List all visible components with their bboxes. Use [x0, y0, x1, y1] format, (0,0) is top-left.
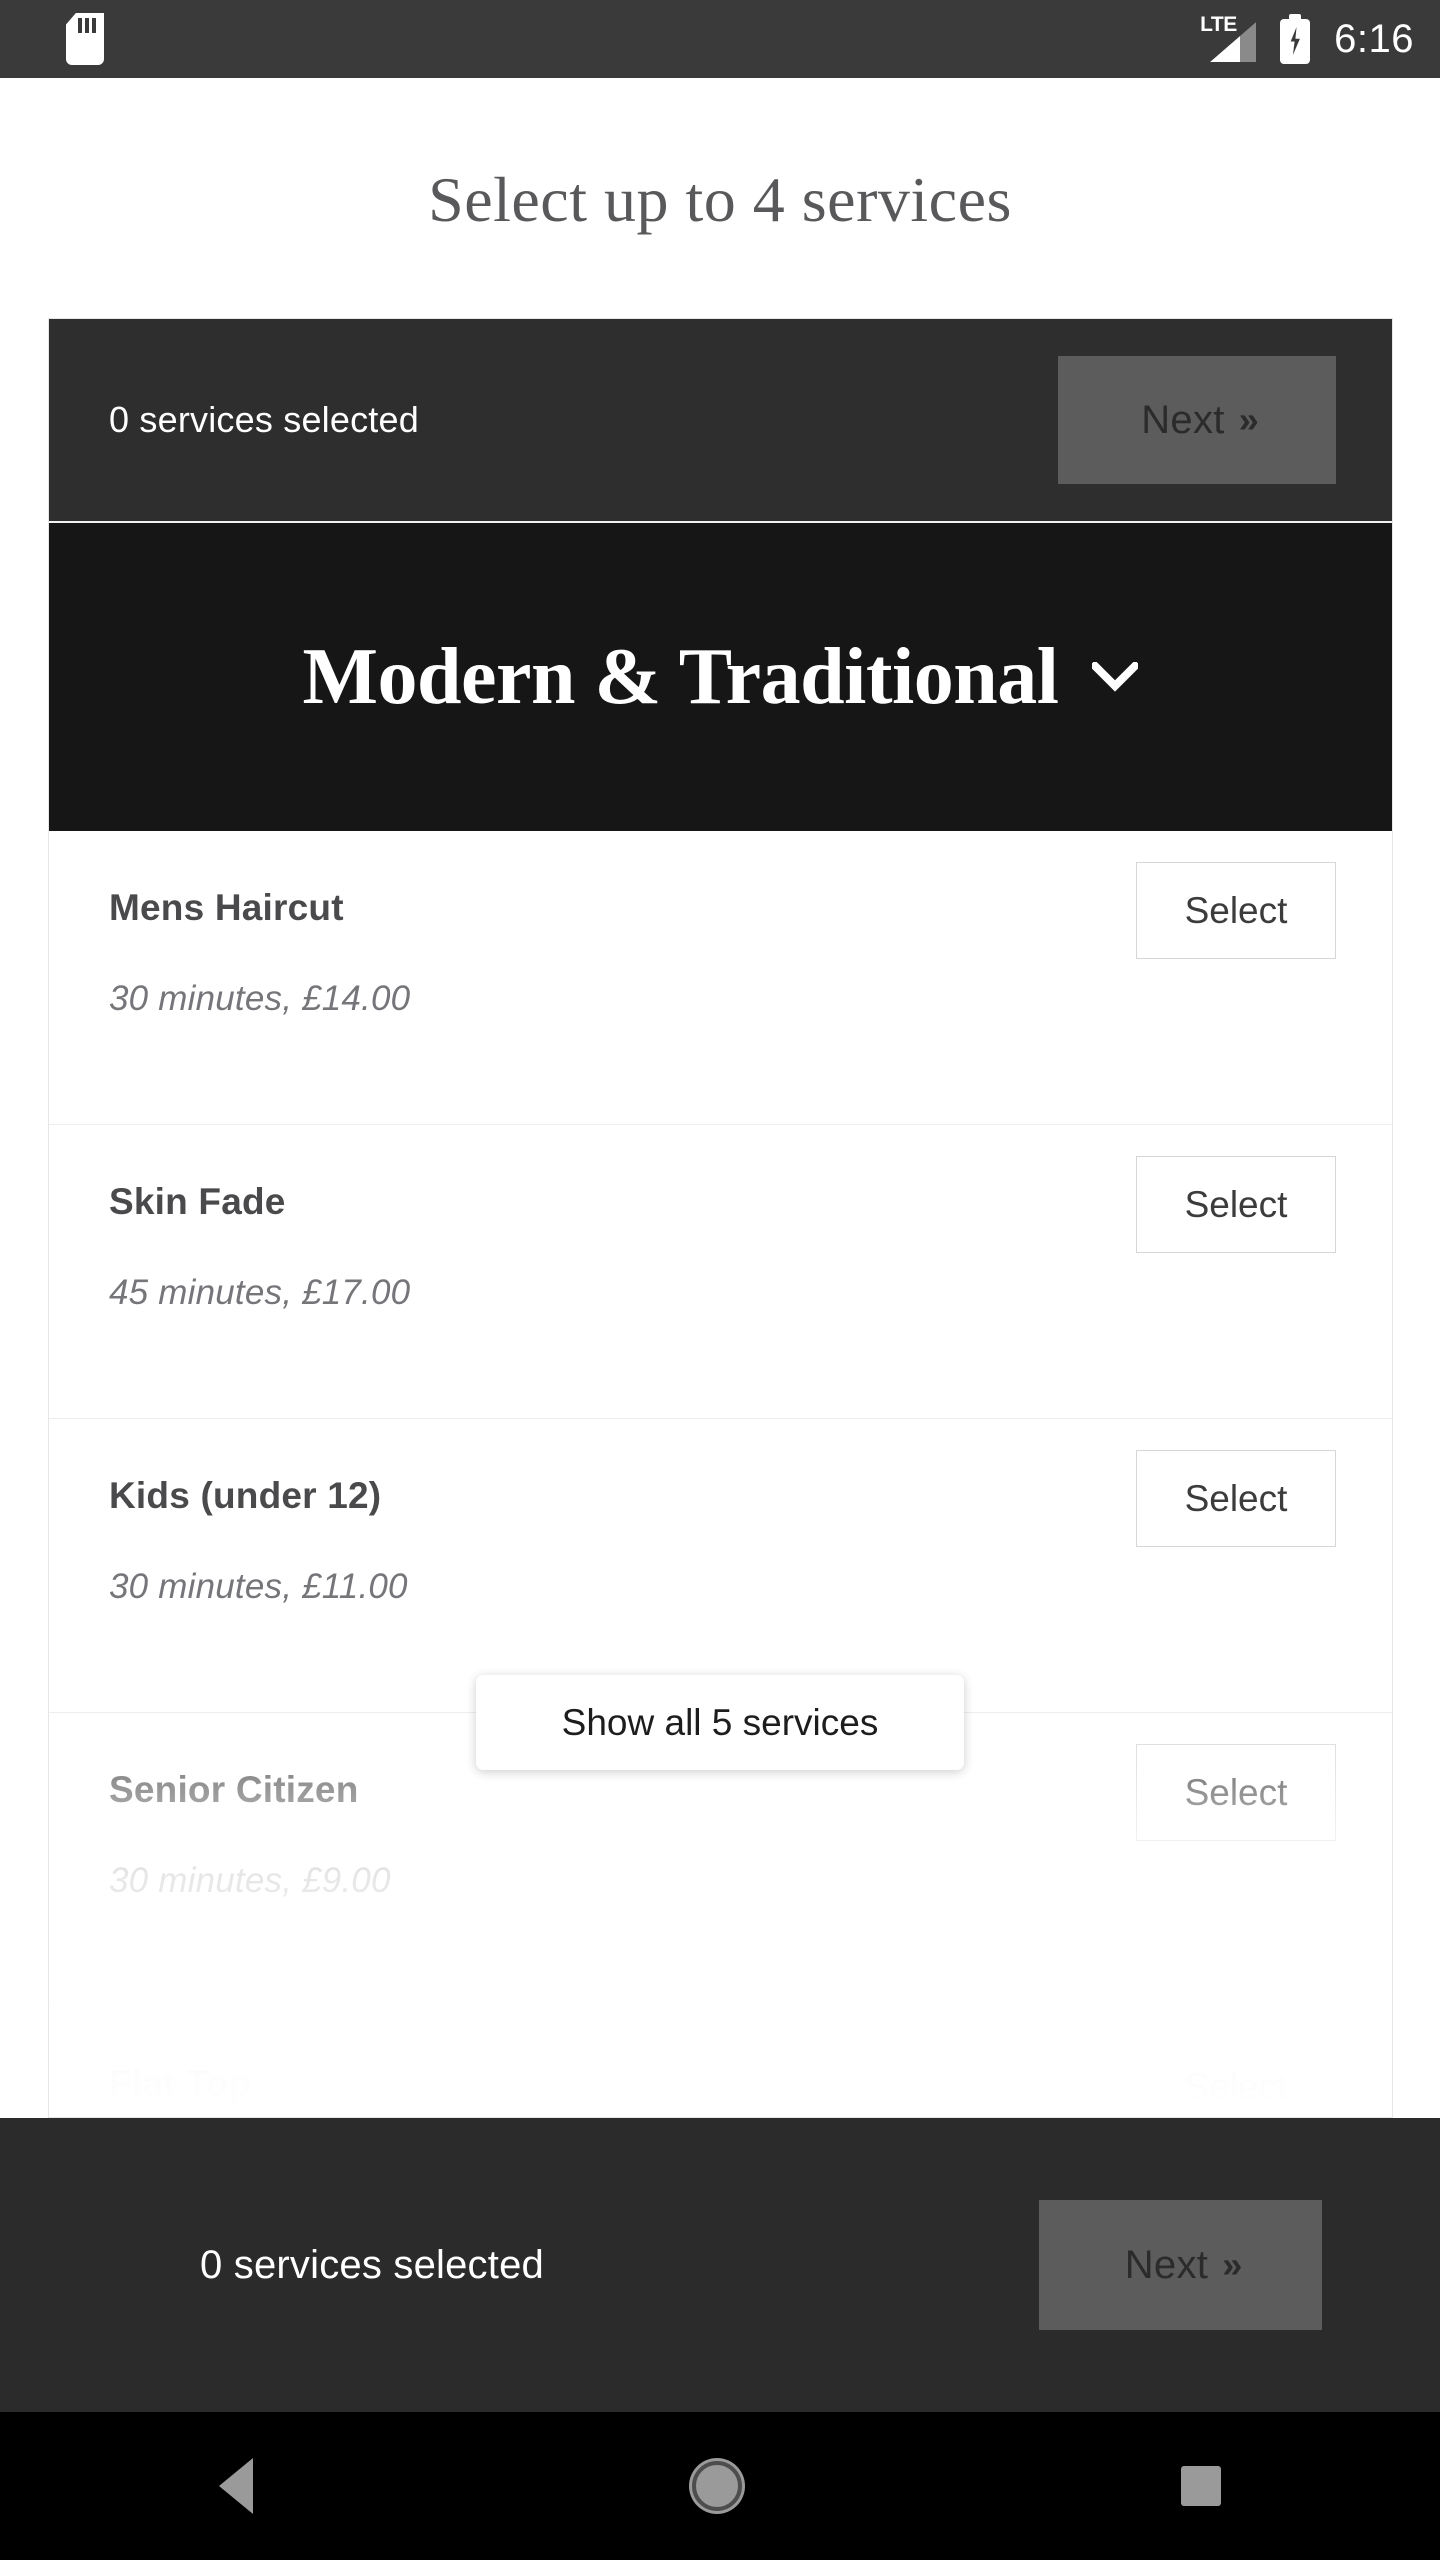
network-type-label: LTE: [1200, 13, 1237, 36]
service-meta: 30 minutes, £11.00: [109, 1567, 408, 1606]
select-button[interactable]: Select: [1136, 1744, 1336, 1841]
phone-screen: LTE 6:16 Select up to 4 services 0 servi…: [0, 0, 1440, 2560]
android-navigation-bar: [0, 2412, 1440, 2560]
android-status-bar: LTE 6:16: [0, 0, 1440, 78]
service-name: Senior Citizen: [109, 1769, 359, 1810]
chevron-down-icon[interactable]: [1092, 662, 1139, 692]
service-list: Mens Haircut 30 minutes, £14.00 Select S…: [49, 831, 1392, 2117]
select-button[interactable]: Select: [1136, 2038, 1336, 2117]
top-summary-bar: 0 services selected Next »: [49, 319, 1392, 521]
service-info: Kids (under 12) 30 minutes, £11.00: [109, 1419, 408, 1607]
double-chevron-right-icon: »: [1222, 2244, 1242, 2285]
signal-bars-icon: LTE: [1200, 14, 1257, 62]
service-name: Flat Top: [109, 2063, 252, 2104]
service-info: Flat Top: [109, 2007, 252, 2117]
service-name: Kids (under 12): [109, 1475, 382, 1516]
service-info: Senior Citizen 30 minutes, £9.00: [109, 1713, 391, 1901]
service-meta: 30 minutes, £9.00: [109, 1861, 391, 1900]
show-all-services-button[interactable]: Show all 5 services: [476, 1675, 964, 1770]
select-button[interactable]: Select: [1136, 862, 1336, 959]
service-info: Mens Haircut 30 minutes, £14.00: [109, 831, 410, 1019]
top-next-button-label: Next: [1141, 397, 1225, 442]
sd-card-icon: [66, 13, 104, 65]
back-triangle-icon[interactable]: [219, 2458, 254, 2514]
bottom-next-button-label: Next: [1124, 2242, 1209, 2287]
bottom-summary-bar: 0 services selected Next »: [0, 2118, 1440, 2412]
status-bar-clock: 6:16: [1334, 17, 1414, 61]
select-button[interactable]: Select: [1136, 1450, 1336, 1547]
service-row: Flat Top Select: [49, 2007, 1392, 2117]
recents-square-icon[interactable]: [1180, 2466, 1221, 2506]
top-selected-count-label: 0 services selected: [109, 399, 419, 440]
service-info: Skin Fade 45 minutes, £17.00: [109, 1125, 410, 1313]
category-header[interactable]: Modern & Traditional: [49, 521, 1392, 831]
service-meta: 30 minutes, £14.00: [109, 979, 411, 1018]
service-name: Skin Fade: [109, 1181, 286, 1222]
service-row: Kids (under 12) 30 minutes, £11.00 Selec…: [49, 1419, 1392, 1713]
bottom-next-button[interactable]: Next »: [1039, 2200, 1322, 2330]
service-row: Mens Haircut 30 minutes, £14.00 Select: [49, 831, 1392, 1125]
select-button[interactable]: Select: [1136, 1156, 1336, 1253]
service-row: Skin Fade 45 minutes, £17.00 Select: [49, 1125, 1392, 1419]
double-chevron-right-icon: »: [1238, 399, 1259, 440]
category-title: Modern & Traditional: [302, 632, 1059, 721]
bottom-selected-count-label: 0 services selected: [200, 2242, 544, 2287]
page-title: Select up to 4 services: [428, 164, 1012, 235]
service-meta: 45 minutes, £17.00: [109, 1273, 411, 1312]
home-circle-icon[interactable]: [691, 2461, 742, 2511]
top-next-button[interactable]: Next »: [1058, 356, 1336, 484]
status-bar-right-group: LTE 6:16: [1200, 14, 1414, 64]
service-name: Mens Haircut: [109, 887, 344, 928]
service-selection-card: 0 services selected Next » Modern & Trad…: [48, 318, 1393, 2118]
battery-charging-icon: [1280, 14, 1311, 64]
